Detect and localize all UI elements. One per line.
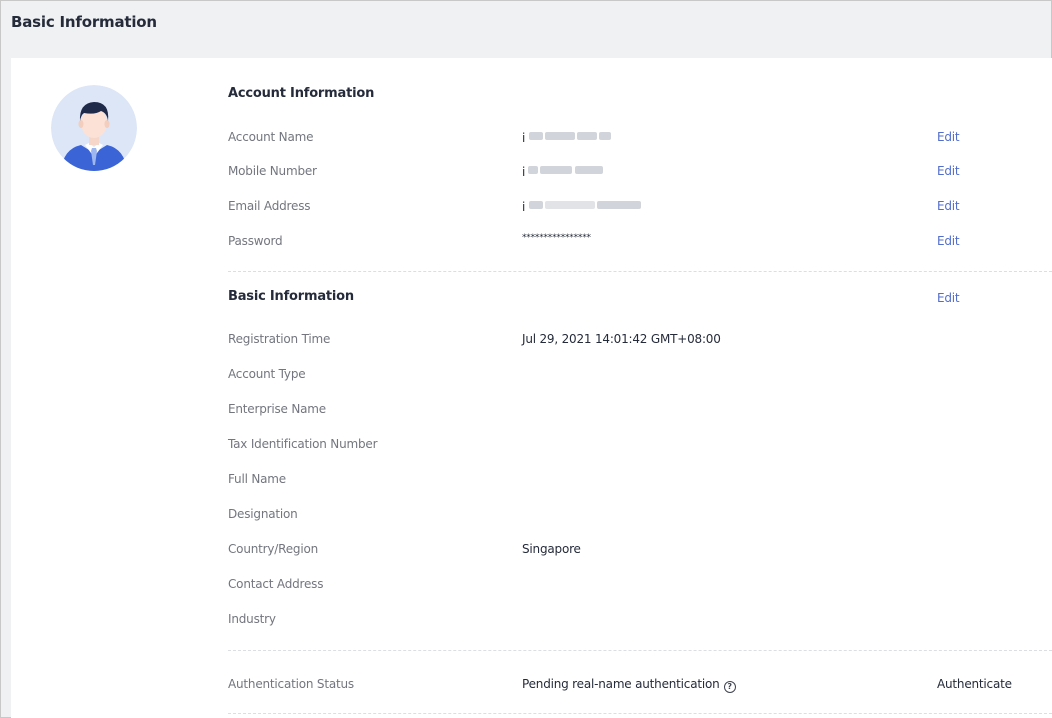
country-region-label: Country/Region (228, 542, 318, 556)
question-circle-icon[interactable]: ? (723, 681, 736, 693)
authentication-status-value: Pending real-name authentication? (522, 677, 736, 693)
industry-label: Industry (228, 612, 276, 626)
password-value: **************** (522, 233, 591, 243)
tax-id-label: Tax Identification Number (228, 437, 378, 451)
email-address-label: Email Address (228, 199, 311, 213)
section-divider (228, 713, 1052, 714)
password-label: Password (228, 234, 283, 248)
basic-section-title: Basic Information (228, 289, 354, 304)
edit-basic-information-link[interactable]: Edit (937, 291, 960, 305)
registration-time-label: Registration Time (228, 332, 331, 346)
basic-information-page: Basic Information Account Information Ac… (0, 0, 1052, 718)
full-name-label: Full Name (228, 472, 286, 486)
authenticate-link[interactable]: Authenticate (937, 677, 1012, 691)
account-section-title: Account Information (228, 86, 375, 101)
contact-address-label: Contact Address (228, 577, 324, 591)
account-name-value: i (522, 130, 615, 145)
page-title: Basic Information (11, 13, 157, 31)
edit-email-address-link[interactable]: Edit (937, 199, 960, 213)
designation-label: Designation (228, 507, 298, 521)
authentication-status-label: Authentication Status (228, 677, 354, 691)
email-address-value: i (522, 199, 645, 214)
mobile-number-label: Mobile Number (228, 164, 317, 178)
section-divider (228, 650, 1052, 651)
info-panel: Account Information Account Name i Edit … (11, 58, 1052, 718)
edit-mobile-number-link[interactable]: Edit (937, 164, 960, 178)
country-region-value: Singapore (522, 542, 581, 556)
registration-time-value: Jul 29, 2021 14:01:42 GMT+08:00 (522, 332, 721, 346)
edit-account-name-link[interactable]: Edit (937, 130, 960, 144)
enterprise-name-label: Enterprise Name (228, 402, 326, 416)
authentication-status-text: Pending real-name authentication (522, 677, 720, 691)
user-avatar-icon (51, 85, 137, 171)
mobile-number-value: i (522, 164, 607, 179)
edit-password-link[interactable]: Edit (937, 234, 960, 248)
account-name-label: Account Name (228, 130, 314, 144)
account-type-label: Account Type (228, 367, 306, 381)
page-header: Basic Information (1, 1, 1051, 47)
section-divider (228, 271, 1052, 272)
